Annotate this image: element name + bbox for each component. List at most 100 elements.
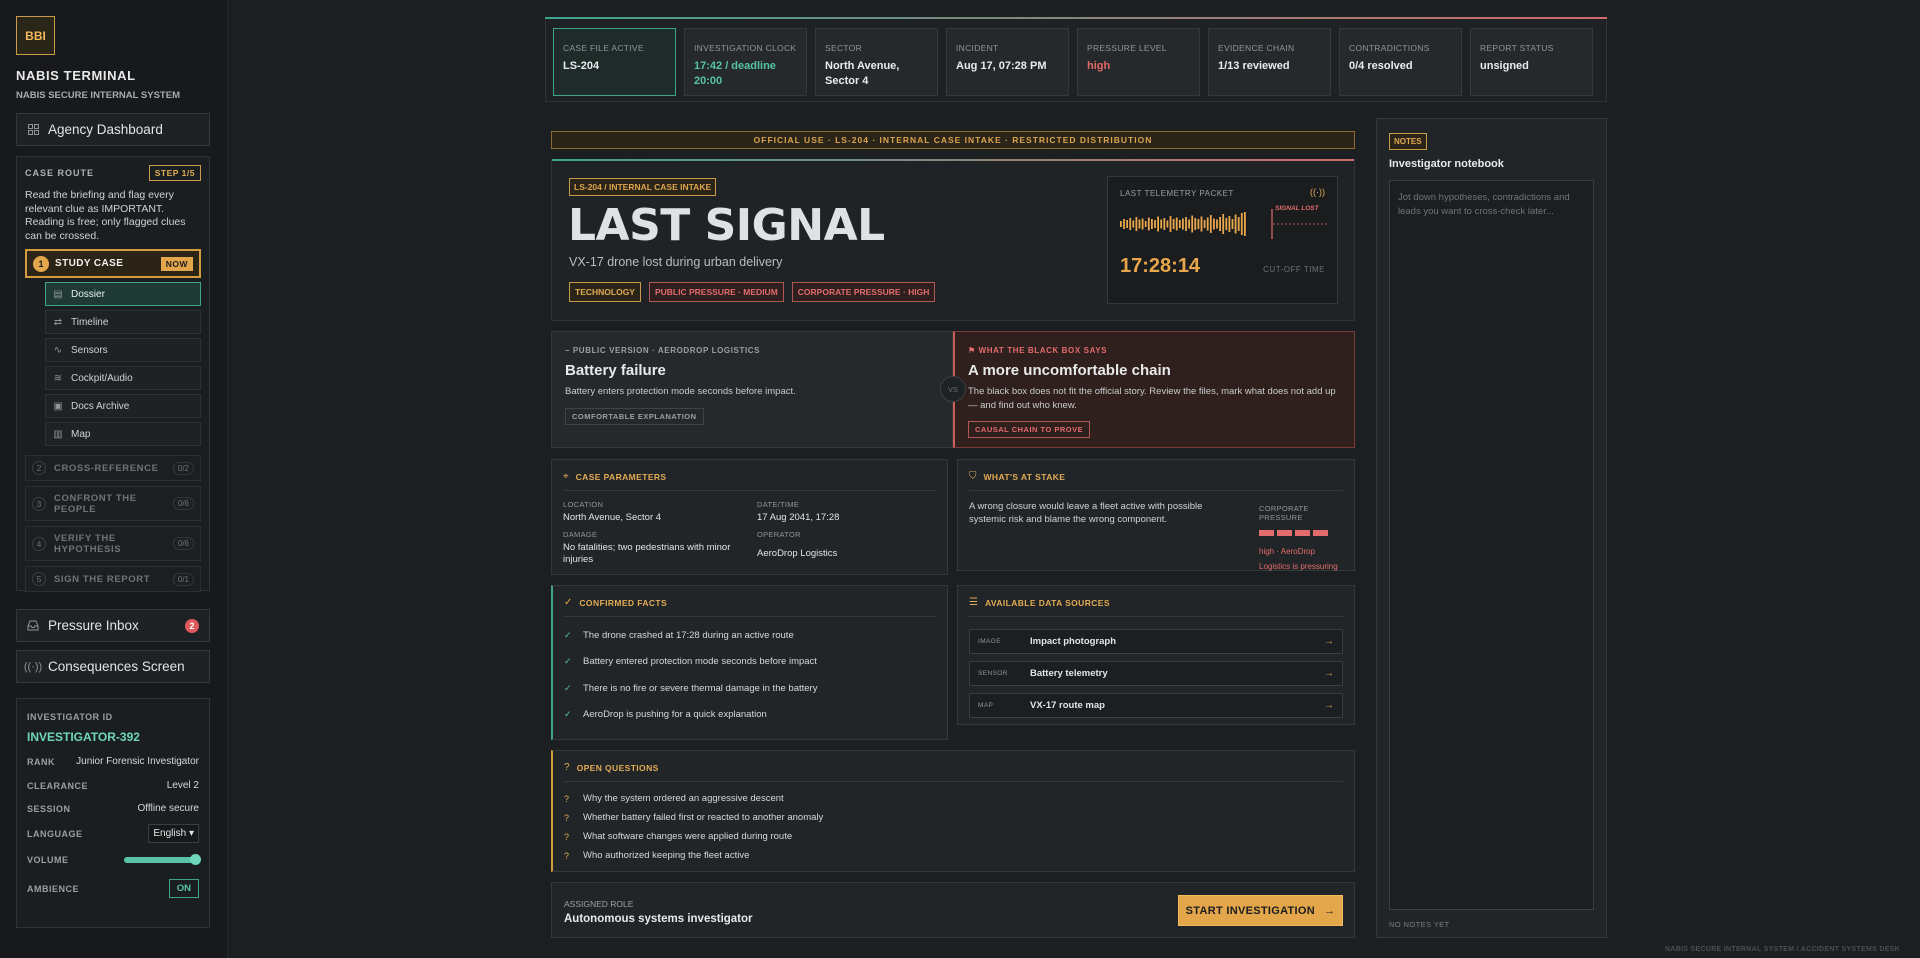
source-label: Impact photograph — [1030, 636, 1117, 647]
language-select[interactable]: English ▾ — [148, 824, 199, 843]
inbox-icon — [27, 620, 39, 632]
waveform-bar — [1219, 217, 1221, 231]
consequences-screen-button[interactable]: ((·)) Consequences Screen — [16, 650, 210, 683]
step-verify-hypothesis[interactable]: 4 VERIFY THE HYPOTHESIS 0/6 — [25, 526, 201, 561]
subitem-sensors[interactable]: ∿ Sensors — [45, 338, 201, 362]
step-count: 0/2 — [172, 461, 194, 475]
question-item: ? What software changes were applied duri… — [564, 827, 1343, 846]
start-investigation-button[interactable]: START INVESTIGATION → — [1178, 895, 1343, 926]
waveform-bar — [1147, 217, 1150, 231]
volume-slider-knob[interactable] — [190, 854, 201, 865]
assigned-role-bar: ASSIGNED ROLE Autonomous systems investi… — [551, 882, 1355, 938]
waveform-bar — [1169, 216, 1172, 232]
subitem-cockpit-audio[interactable]: ≋ Cockpit/Audio — [45, 366, 201, 390]
case-tags: TECHNOLOGY PUBLIC PRESSURE · MEDIUM CORP… — [569, 282, 936, 302]
waveform-bar — [1157, 216, 1159, 232]
step-sign-report[interactable]: 5 SIGN THE REPORT 0/1 — [25, 566, 201, 592]
question-circle-icon: ? — [564, 762, 570, 773]
waveform-bar — [1144, 221, 1147, 227]
waveform-bar — [1166, 220, 1169, 228]
public-text: Battery enters protection mode seconds b… — [565, 386, 796, 397]
facts-title: CONFIRMED FACTS — [579, 597, 668, 608]
waveform-bar — [1163, 218, 1166, 230]
hero-accent — [552, 159, 1354, 161]
fact-item: ✓ Battery entered protection mode seconds… — [564, 649, 936, 676]
check-icon: ✓ — [564, 629, 572, 640]
waveform-bar — [1209, 215, 1212, 233]
grid-icon — [27, 124, 39, 136]
location-value: North Avenue, Sector 4 — [563, 512, 662, 523]
case-parameters-title: CASE PARAMETERS — [575, 471, 667, 482]
waveform-bar — [1182, 218, 1184, 230]
ambience-toggle[interactable]: ON — [168, 879, 199, 898]
waveform-bar — [1120, 221, 1122, 227]
map-icon: ▥ — [53, 428, 63, 440]
source-kind: IMAGE — [978, 638, 1001, 645]
waveform-bar — [1135, 217, 1138, 231]
waveform-bar — [1203, 220, 1206, 228]
stake-panel: ⛉ WHAT'S AT STAKE A wrong closure would … — [957, 459, 1355, 571]
question-text: Whether battery failed first or reacted … — [583, 812, 824, 823]
case-route-panel: CASE ROUTE STEP 1/5 Read the briefing an… — [16, 156, 210, 592]
subitem-docs-archive[interactable]: ▣ Docs Archive — [45, 394, 201, 418]
step-study-case[interactable]: 1 STUDY CASE NOW — [25, 249, 201, 278]
stat-value: North Avenue, Sector 4 — [825, 60, 900, 87]
check-icon: ✓ — [564, 682, 572, 693]
waveform-bar — [1154, 220, 1156, 228]
fact-text: The drone crashed at 17:28 during an act… — [583, 629, 794, 641]
step-number: 5 — [32, 572, 46, 586]
waveform-bar — [1126, 220, 1128, 228]
stat-value: unsigned — [1480, 60, 1529, 72]
question-item: ? Why the system ordered an aggressive de… — [564, 789, 1343, 808]
notes-panel: NOTES Investigator notebook Jot down hyp… — [1376, 118, 1607, 938]
step-number: 4 — [32, 536, 46, 551]
stake-text: A wrong closure would leave a fleet acti… — [969, 501, 1203, 525]
subitem-timeline[interactable]: ⇄ Timeline — [45, 310, 201, 334]
case-tag: LS-204 / INTERNAL CASE INTAKE — [569, 178, 717, 196]
source-battery-telemetry[interactable]: SENSOR Battery telemetry → — [969, 661, 1343, 686]
step-cross-reference[interactable]: 2 CROSS-REFERENCE 0/2 — [25, 455, 201, 481]
waveform-bar — [1129, 218, 1132, 230]
waveform-bar — [1222, 214, 1225, 234]
question-text: Who authorized keeping the fleet active — [583, 850, 750, 861]
data-sources-panel: ☰ AVAILABLE DATA SOURCES IMAGE Impact ph… — [957, 585, 1355, 725]
stat-value: LS-204 — [563, 60, 600, 72]
source-route-map[interactable]: MAP VX-17 route map → — [969, 693, 1343, 718]
step-confront-people[interactable]: 3 CONFRONT THE PEOPLE 0/6 — [25, 486, 201, 521]
case-parameters-panel: ⌖ CASE PARAMETERS LOCATION North Avenue,… — [551, 459, 948, 575]
agency-dashboard-button[interactable]: Agency Dashboard — [16, 113, 210, 146]
waveform-bar — [1231, 219, 1234, 229]
damage-label: DAMAGE — [563, 530, 598, 539]
operator-label: OPERATOR — [757, 530, 801, 539]
fact-text: Battery entered protection mode seconds … — [583, 656, 817, 668]
status-bar: CASE FILE ACTIVE LS-204 INVESTIGATION CL… — [545, 17, 1607, 102]
subitem-label: Map — [71, 428, 91, 440]
stat-key: REPORT STATUS — [1480, 43, 1554, 53]
stat-incident: INCIDENT Aug 17, 07:28 PM — [946, 28, 1069, 96]
pressure-inbox-button[interactable]: Pressure Inbox 2 — [16, 609, 210, 642]
notes-textarea[interactable]: Jot down hypotheses, contradictions and … — [1389, 180, 1594, 910]
tag-corporate-pressure: CORPORATE PRESSURE · HIGH — [791, 282, 936, 302]
check-icon: ✓ — [564, 656, 572, 667]
volume-slider[interactable] — [124, 854, 201, 865]
step-label: SIGN THE REPORT — [54, 573, 151, 585]
question-item: ? Who authorized keeping the fleet active — [564, 846, 1343, 865]
source-impact-photograph[interactable]: IMAGE Impact photograph → — [969, 629, 1343, 654]
subitem-map[interactable]: ▥ Map — [45, 422, 201, 446]
waveform-bar — [1151, 219, 1153, 229]
shield-icon: ⛉ — [969, 471, 977, 482]
question-text: Why the system ordered an aggressive des… — [583, 793, 784, 804]
subitem-dossier[interactable]: ▤ Dossier — [45, 282, 201, 306]
cutoff-time: 17:28:14 — [1120, 255, 1201, 277]
rank-value: Junior Forensic Investigator — [76, 756, 199, 767]
pressure-inbox-count: 2 — [185, 618, 199, 633]
notes-title: Investigator notebook — [1389, 158, 1504, 170]
stat-key: EVIDENCE CHAIN — [1218, 43, 1295, 53]
black-box-card: ⚑ WHAT THE BLACK BOX SAYS A more uncomfo… — [953, 331, 1355, 448]
telemetry-waveform — [1120, 209, 1327, 239]
waveform-bar — [1225, 218, 1228, 230]
public-kicker: PUBLIC VERSION · AERODROP LOGISTICS — [572, 346, 761, 355]
public-version-card: – PUBLIC VERSION · AERODROP LOGISTICS Ba… — [551, 331, 953, 448]
fact-item: ✓ The drone crashed at 17:28 during an ac… — [564, 622, 936, 649]
question-icon: ? — [564, 850, 570, 861]
